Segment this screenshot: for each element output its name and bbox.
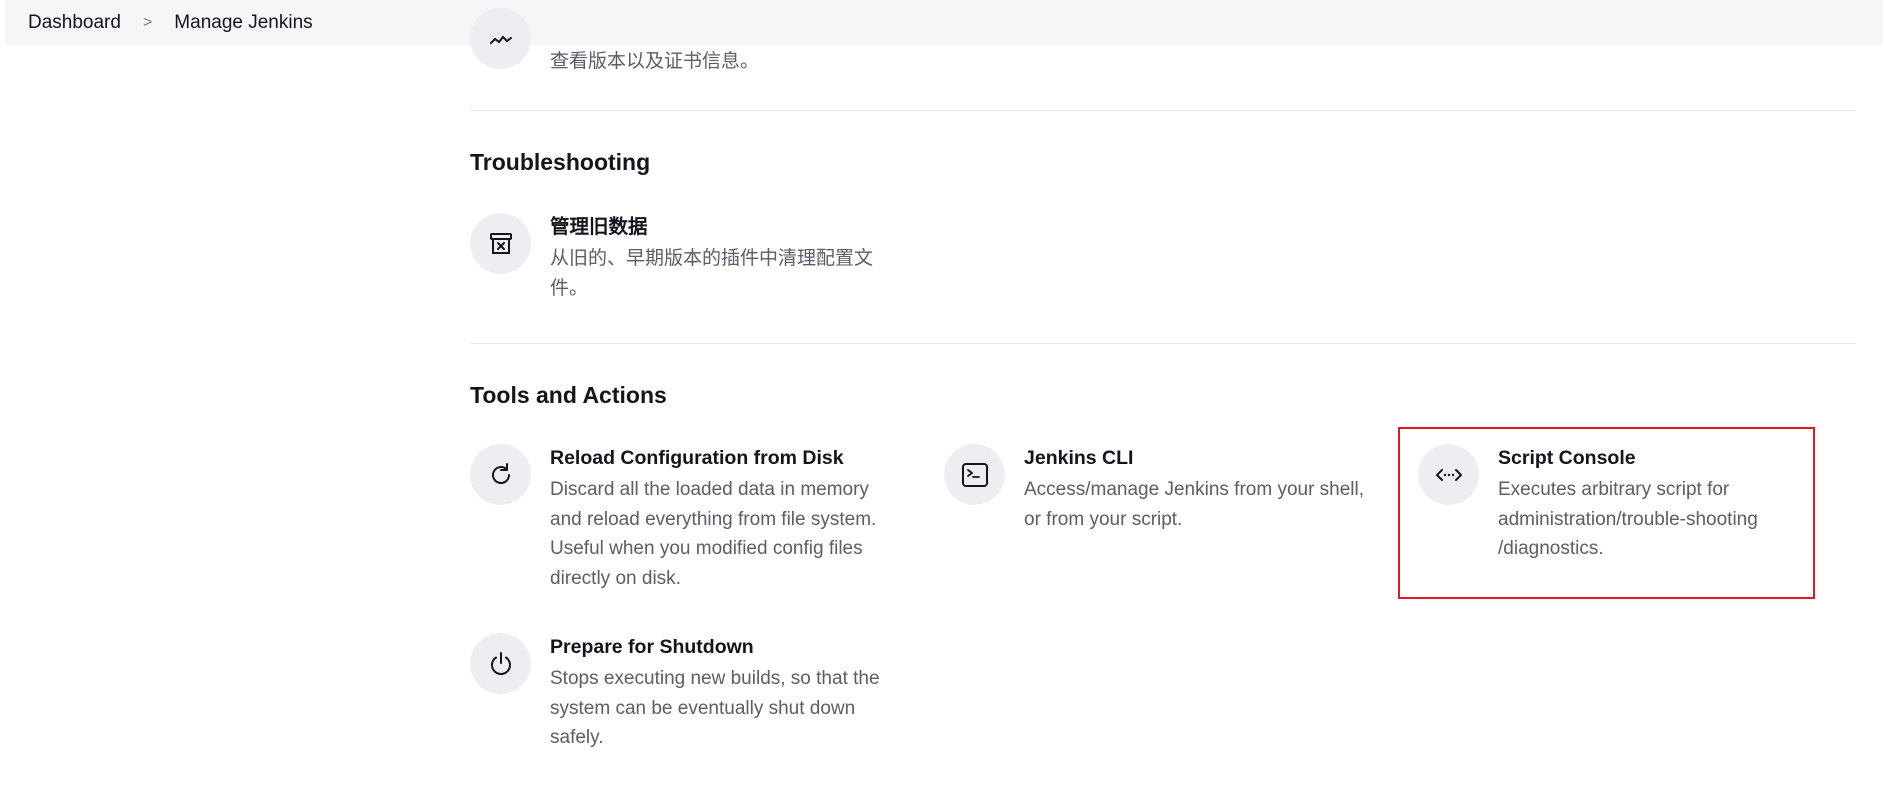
manage-old-data-title: 管理旧数据 bbox=[550, 216, 648, 238]
jenkins-cli-desc: Access/manage Jenkins from your shell, o… bbox=[1024, 479, 1365, 530]
about-jenkins-desc: 查看版本以及证书信息。 bbox=[550, 51, 760, 72]
troubleshooting-heading: Troubleshooting bbox=[470, 149, 651, 175]
reload-icon bbox=[470, 444, 531, 505]
script-console-desc: Executes arbitrary script for administra… bbox=[1498, 479, 1758, 559]
prepare-shutdown-desc: Stops executing new builds, so that the … bbox=[550, 668, 880, 748]
reload-config-title: Reload Configuration from Disk bbox=[550, 447, 844, 469]
manage-old-data-desc-line2: 件。 bbox=[550, 277, 589, 299]
manage-old-data-desc-line1: 从旧的、早期版本的插件中清理配置文 bbox=[550, 248, 874, 269]
jenkins-cli-title: Jenkins CLI bbox=[1024, 447, 1134, 469]
terminal-icon bbox=[944, 444, 1005, 505]
reload-config-desc: Discard all the loaded data in memory an… bbox=[550, 479, 877, 589]
certificate-icon bbox=[470, 8, 531, 69]
breadcrumb-separator: > bbox=[142, 13, 153, 31]
code-icon bbox=[1418, 444, 1479, 505]
section-divider bbox=[470, 110, 1856, 111]
section-divider bbox=[470, 343, 1856, 344]
main-content: 查看版本以及证书信息。 Troubleshooting 管理旧数据 从旧的、早期… bbox=[470, 0, 1856, 786]
breadcrumb-dashboard[interactable]: Dashboard bbox=[28, 12, 121, 34]
archive-box-icon bbox=[470, 213, 531, 274]
manage-old-data-desc: 从旧的、早期版本的插件中清理配置文 件。 bbox=[550, 244, 900, 303]
tools-actions-heading: Tools and Actions bbox=[470, 382, 667, 408]
power-icon bbox=[470, 633, 531, 694]
prepare-shutdown-title: Prepare for Shutdown bbox=[550, 636, 754, 658]
breadcrumb-manage-jenkins[interactable]: Manage Jenkins bbox=[174, 12, 312, 34]
script-console-title: Script Console bbox=[1498, 447, 1636, 469]
